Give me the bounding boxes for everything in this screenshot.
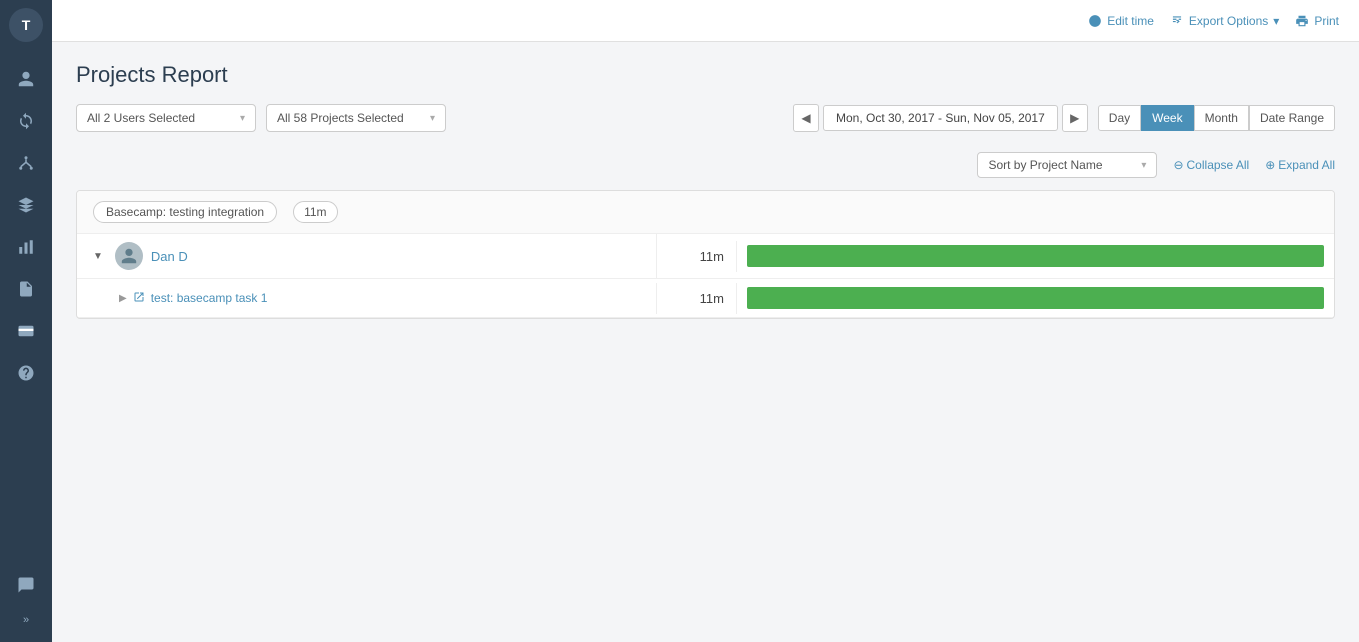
project-name-badge: Basecamp: testing integration	[93, 201, 277, 223]
sidebar-item-card[interactable]	[8, 313, 44, 349]
expand-icon: ⊕	[1265, 158, 1275, 172]
print-label: Print	[1314, 14, 1339, 28]
sidebar-item-chart[interactable]	[8, 229, 44, 265]
view-week-btn[interactable]: Week	[1141, 105, 1193, 131]
report-table: Basecamp: testing integration 11m ▼ Dan …	[76, 190, 1335, 319]
app-logo[interactable]: T	[9, 8, 43, 42]
page-title: Projects Report	[76, 62, 1335, 88]
sidebar-expand-btn[interactable]: »	[15, 606, 37, 634]
sidebar-item-connections[interactable]	[8, 145, 44, 181]
user-collapse-triangle[interactable]: ▼	[93, 251, 103, 262]
view-month-btn[interactable]: Month	[1194, 105, 1249, 131]
project-name-text: Basecamp: testing integration	[106, 205, 264, 219]
user-name[interactable]: Dan D	[151, 249, 188, 264]
user-row: ▼ Dan D 11m	[77, 234, 1334, 279]
project-duration-badge: 11m	[293, 201, 337, 223]
main-content: Edit time Export Options ▾ Print Project…	[52, 0, 1359, 642]
user-cell: ▼ Dan D	[77, 234, 657, 278]
sidebar-item-message[interactable]	[8, 567, 44, 603]
project-header-row: Basecamp: testing integration 11m	[77, 191, 1334, 234]
collapse-all-btn[interactable]: ⊖ Collapse All	[1173, 158, 1249, 172]
sidebar: T »	[0, 0, 52, 642]
prev-date-btn[interactable]: ◀	[793, 104, 819, 132]
view-daterange-btn[interactable]: Date Range	[1249, 105, 1335, 131]
project-duration-text: 11m	[304, 205, 326, 219]
sort-dropdown-arrow: ▾	[1141, 160, 1146, 171]
task-row: ▶ test: basecamp task 1 11m	[77, 279, 1334, 318]
task-bar	[747, 287, 1324, 309]
topbar: Edit time Export Options ▾ Print	[52, 0, 1359, 42]
filter-bar: All 2 Users Selected ▾ All 58 Projects S…	[76, 104, 1335, 132]
next-date-btn[interactable]: ▶	[1062, 104, 1088, 132]
export-options-action[interactable]: Export Options ▾	[1170, 14, 1279, 28]
date-range-display: Mon, Oct 30, 2017 - Sun, Nov 05, 2017	[823, 105, 1058, 131]
sidebar-item-question[interactable]	[8, 355, 44, 391]
sort-dropdown[interactable]: Sort by Project Name ▾	[977, 152, 1157, 178]
users-dropdown-arrow: ▾	[240, 113, 245, 124]
expand-all-btn[interactable]: ⊕ Expand All	[1265, 158, 1335, 172]
task-cell: ▶ test: basecamp task 1	[77, 283, 657, 314]
logo-text: T	[22, 17, 31, 33]
expand-label: Expand All	[1278, 158, 1335, 172]
view-day-btn[interactable]: Day	[1098, 105, 1141, 131]
task-duration: 11m	[657, 283, 737, 314]
collapse-label: Collapse All	[1187, 158, 1250, 172]
export-options-label: Export Options	[1189, 14, 1268, 28]
projects-dropdown-arrow: ▾	[430, 113, 435, 124]
sidebar-item-layers[interactable]	[8, 187, 44, 223]
task-name[interactable]: test: basecamp task 1	[151, 291, 268, 305]
user-bar-cell	[737, 237, 1334, 275]
edit-time-action[interactable]: Edit time	[1088, 14, 1154, 28]
sidebar-item-person[interactable]	[8, 61, 44, 97]
sort-dropdown-label: Sort by Project Name	[988, 158, 1102, 172]
user-avatar	[115, 242, 143, 270]
date-navigation: ◀ Mon, Oct 30, 2017 - Sun, Nov 05, 2017 …	[793, 104, 1088, 132]
users-dropdown[interactable]: All 2 Users Selected ▾	[76, 104, 256, 132]
projects-dropdown-label: All 58 Projects Selected	[277, 111, 404, 125]
external-link-icon[interactable]	[133, 291, 145, 306]
users-dropdown-label: All 2 Users Selected	[87, 111, 195, 125]
view-buttons-group: Day Week Month Date Range	[1098, 105, 1335, 131]
projects-dropdown[interactable]: All 58 Projects Selected ▾	[266, 104, 446, 132]
sidebar-item-refresh[interactable]	[8, 103, 44, 139]
print-action[interactable]: Print	[1295, 14, 1339, 28]
user-bar	[747, 245, 1324, 267]
sort-bar: Sort by Project Name ▾ ⊖ Collapse All ⊕ …	[76, 152, 1335, 178]
sidebar-item-document[interactable]	[8, 271, 44, 307]
collapse-icon: ⊖	[1173, 158, 1183, 172]
user-duration: 11m	[657, 241, 737, 272]
task-bar-cell	[737, 279, 1334, 317]
export-chevron-icon: ▾	[1273, 14, 1279, 28]
content-area: Projects Report All 2 Users Selected ▾ A…	[52, 42, 1359, 642]
edit-time-label: Edit time	[1107, 14, 1154, 28]
task-expand-arrow[interactable]: ▶	[119, 293, 127, 304]
